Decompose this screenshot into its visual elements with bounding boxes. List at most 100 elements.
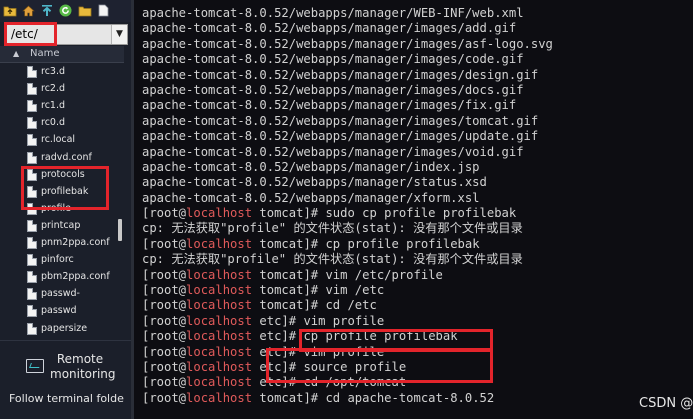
file-name: pnm2ppa.conf <box>41 237 110 248</box>
file-list-item[interactable]: radvd.conf <box>0 150 124 167</box>
file-list-item[interactable]: rc2.d <box>0 81 124 98</box>
remote-label-line1: Remote <box>56 352 104 366</box>
follow-terminal-folder-label: Follow terminal folde <box>9 392 124 405</box>
terminal-output-line: cp: 无法获取"profile" 的文件状态(stat): 没有那个文件或目录 <box>142 221 523 236</box>
file-list-item[interactable]: pinforc <box>0 252 124 269</box>
prompt-host: localhost <box>186 359 253 374</box>
terminal-output-line: apache-tomcat-8.0.52/webapps/manager/ima… <box>142 21 517 36</box>
file-name: pinforc <box>41 254 74 266</box>
file-list-item[interactable]: passwd- <box>0 286 124 303</box>
prompt-host: localhost <box>186 283 253 298</box>
file-list-item[interactable]: rc1.d <box>0 98 124 115</box>
terminal-prompt-line: [root@localhost tomcat]# cp profile prof… <box>142 237 553 252</box>
file-name: rc.local <box>41 134 76 146</box>
terminal-output-line: apache-tomcat-8.0.52/webapps/manager/ima… <box>142 52 524 67</box>
terminal-prompt-line: [root@localhost tomcat]# sudo cp profile… <box>142 206 553 221</box>
file-icon <box>27 237 37 249</box>
terminal-prompt-line: [root@localhost tomcat]# cd apache-tomca… <box>142 391 553 406</box>
terminal-command: cd apache-tomcat-8.0.52 <box>325 390 495 405</box>
file-list-item[interactable]: protocols <box>0 167 124 184</box>
file-name: rc0.d <box>41 117 66 129</box>
prompt-host: localhost <box>186 206 253 221</box>
folder-up-icon[interactable] <box>2 3 17 18</box>
terminal-output-line: apache-tomcat-8.0.52/webapps/manager/sta… <box>142 175 487 190</box>
file-list-item[interactable]: pbm2ppa.conf <box>0 269 124 286</box>
prompt-dir: tomcat]# <box>252 206 326 221</box>
path-input[interactable]: /etc/ ▼ <box>4 24 128 45</box>
file-list-item[interactable]: papersize <box>0 321 124 338</box>
file-name: protocols <box>41 168 85 180</box>
path-value: /etc/ <box>11 27 38 41</box>
terminal-output-line: apache-tomcat-8.0.52/webapps/manager/xfo… <box>142 190 480 205</box>
file-icon <box>27 219 37 232</box>
chevron-down-icon[interactable]: ▼ <box>111 25 127 44</box>
file-list-item[interactable]: passwd <box>0 303 124 320</box>
prompt-user: [root@ <box>142 267 187 282</box>
upload-icon[interactable] <box>39 3 54 18</box>
terminal-prompt-line: [root@localhost etc]# vim profile <box>142 314 553 329</box>
terminal-command: cp profile profilebak <box>303 329 458 344</box>
terminal-command: cp profile profilebak <box>325 236 480 251</box>
file-list-item[interactable]: rc0.d <box>0 115 124 132</box>
terminal-command: vim /etc <box>325 283 385 298</box>
file-list-item[interactable]: printcap <box>0 218 124 235</box>
file-toolbar <box>0 0 131 22</box>
home-icon[interactable] <box>21 3 36 18</box>
prompt-user: [root@ <box>142 206 187 221</box>
terminal-output-line: apache-tomcat-8.0.52/webapps/manager/ima… <box>142 67 539 82</box>
prompt-user: [root@ <box>142 329 187 344</box>
remote-monitoring-label: Remote monitoring <box>50 352 116 382</box>
file-name: passwd- <box>41 288 80 300</box>
file-list-scrollbar[interactable] <box>116 64 124 340</box>
prompt-user: [root@ <box>142 344 187 359</box>
file-list-header[interactable]: ▲ Name <box>0 46 124 63</box>
terminal-output-line: apache-tomcat-8.0.52/webapps/manager/ima… <box>142 36 553 51</box>
terminal-prompt-line: [root@localhost etc]# vim profile <box>142 345 553 360</box>
column-header-name[interactable]: Name <box>30 48 60 59</box>
prompt-host: localhost <box>186 267 253 282</box>
file-icon <box>27 168 37 181</box>
terminal-area[interactable]: apache-tomcat-8.0.52/webapps/manager/WEB… <box>134 0 693 419</box>
terminal-prompt-line: [root@localhost tomcat]# vim /etc/profil… <box>142 268 553 283</box>
prompt-dir: tomcat]# <box>252 298 326 313</box>
file-list-item[interactable]: rc.local <box>0 132 124 149</box>
prompt-dir: etc]# <box>252 375 304 390</box>
prompt-dir: tomcat]# <box>252 267 326 282</box>
file-name: pbm2ppa.conf <box>41 271 110 283</box>
prompt-host: localhost <box>186 329 253 344</box>
terminal-output-line: cp: 无法获取"profile" 的文件状态(stat): 没有那个文件或目录 <box>142 252 523 267</box>
file-list-item[interactable]: rc3.d <box>0 64 124 81</box>
sort-ascending-icon: ▲ <box>13 49 20 58</box>
file-list-item[interactable]: profilebak <box>0 184 124 201</box>
terminal-command: vim profile <box>303 344 385 359</box>
prompt-dir: etc]# <box>252 329 304 344</box>
prompt-dir: etc]# <box>252 313 304 328</box>
prompt-dir: etc]# <box>252 344 304 359</box>
file-list-item[interactable]: pnm2ppa.conf <box>0 235 124 252</box>
new-folder-icon[interactable] <box>77 3 92 18</box>
terminal-output-line: apache-tomcat-8.0.52/webapps/manager/ima… <box>142 144 524 159</box>
prompt-dir: tomcat]# <box>252 236 326 251</box>
file-icon <box>27 305 37 318</box>
terminal-prompt-line: [root@localhost etc]# cp profile profile… <box>142 329 553 344</box>
remote-monitoring-button[interactable]: Remote monitoring <box>0 340 131 388</box>
file-icon <box>27 202 37 215</box>
terminal-prompt-line: [root@localhost tomcat]# cd /etc <box>142 298 553 313</box>
watermark: CSDN @星星糖果果 <box>639 396 693 411</box>
scrollbar-thumb[interactable] <box>118 219 122 241</box>
follow-terminal-folder-toggle[interactable]: Follow terminal folde <box>0 388 131 410</box>
file-list-item[interactable]: profile <box>0 201 124 218</box>
prompt-user: [root@ <box>142 390 187 405</box>
file-name: rc1.d <box>41 100 66 112</box>
terminal-output: apache-tomcat-8.0.52/webapps/manager/WEB… <box>142 6 553 406</box>
file-icon <box>27 322 37 335</box>
terminal-command: cd /etc <box>325 298 377 313</box>
file-icon <box>27 271 37 284</box>
file-name: passwd <box>41 305 77 317</box>
terminal-output-line: apache-tomcat-8.0.52/webapps/manager/ima… <box>142 129 539 144</box>
remote-label-line2: monitoring <box>50 367 116 381</box>
refresh-icon[interactable] <box>58 3 73 18</box>
prompt-user: [root@ <box>142 298 187 313</box>
terminal-output-line: apache-tomcat-8.0.52/webapps/manager/WEB… <box>142 6 524 20</box>
new-file-icon[interactable] <box>96 3 111 18</box>
